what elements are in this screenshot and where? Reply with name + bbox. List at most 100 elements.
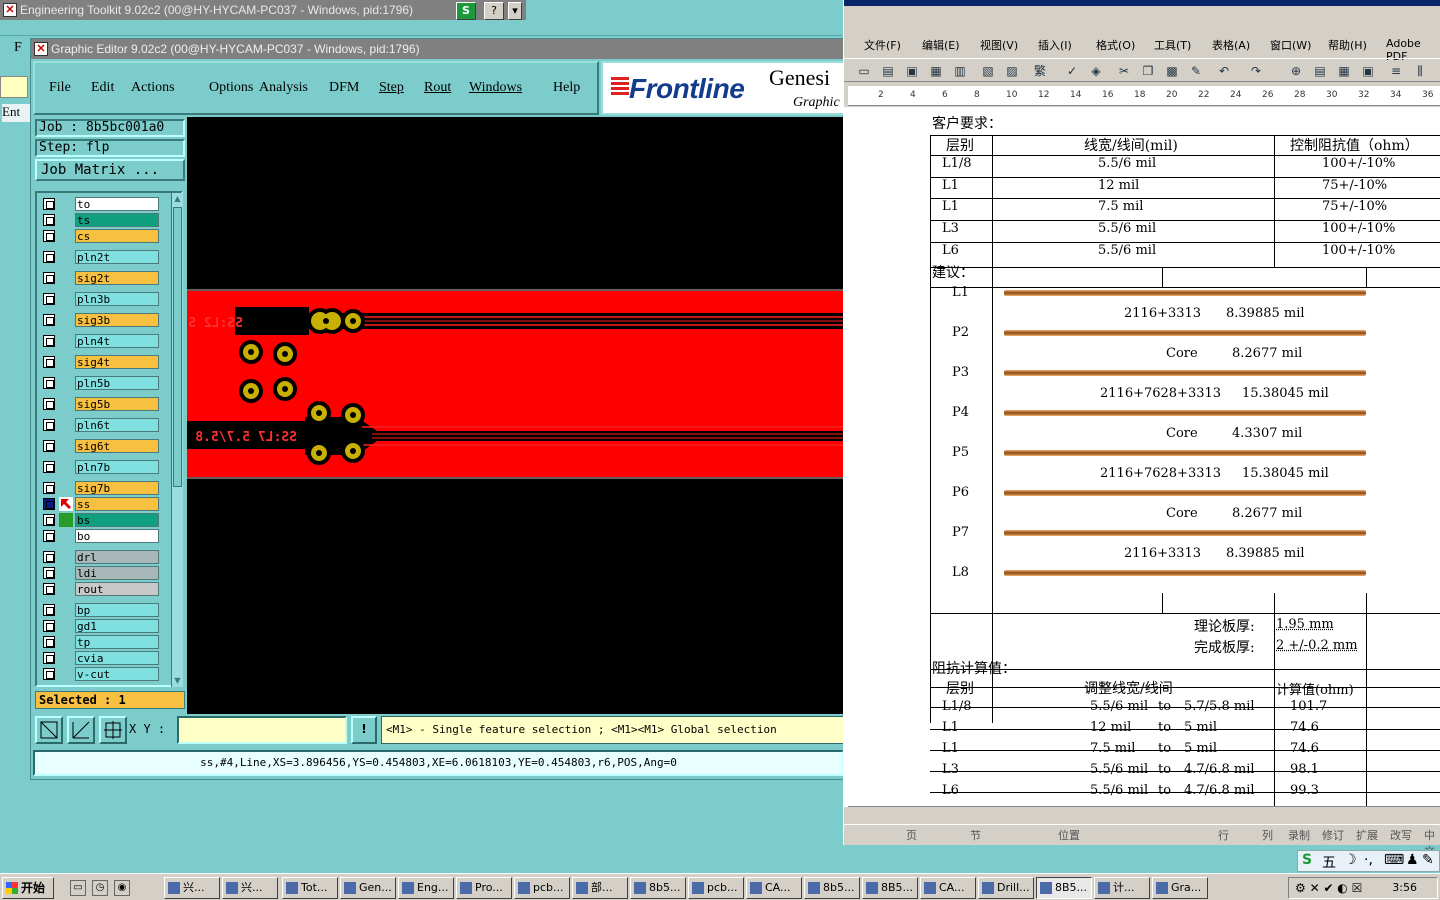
word-titlebar[interactable] xyxy=(844,0,1440,6)
cut-icon[interactable]: ✂ xyxy=(1116,63,1132,79)
exclamation-button[interactable]: ! xyxy=(351,716,377,744)
layer-name[interactable]: bs xyxy=(75,513,159,527)
ime-tools-icon[interactable]: ✎ xyxy=(1422,852,1434,868)
undo-icon[interactable]: ↶ xyxy=(1216,63,1232,79)
layer-name[interactable]: sig5b xyxy=(75,397,159,411)
layer-row-sig6t[interactable]: sig6t xyxy=(39,439,159,453)
taskbar-button[interactable]: 8B5... xyxy=(862,877,918,899)
layer-row-pln3b[interactable]: pln3b xyxy=(39,292,159,306)
layer-checkbox[interactable] xyxy=(43,198,55,210)
menu-rout[interactable]: Rout xyxy=(424,80,451,96)
start-button[interactable]: 开始 xyxy=(2,877,54,899)
layer-row-pln4t[interactable]: pln4t xyxy=(39,334,159,348)
scroll-up-icon[interactable]: ▲ xyxy=(172,193,183,205)
ime-toolbar[interactable]: S 五 ☽ ·, ⌨ ♟ ✎ xyxy=(1297,850,1440,872)
layer-row-bp[interactable]: bp xyxy=(39,603,159,617)
layer-checkbox[interactable] xyxy=(43,356,55,368)
layer-checkbox[interactable] xyxy=(43,440,55,452)
layer-name[interactable]: ss xyxy=(75,497,159,511)
insert-table-icon[interactable]: ▦ xyxy=(1336,63,1352,79)
quicklaunch-browser-icon[interactable]: ◉ xyxy=(114,880,130,896)
scroll-thumb[interactable] xyxy=(173,207,182,487)
grid-icon[interactable] xyxy=(99,716,127,744)
taskbar-button[interactable]: 兴... xyxy=(164,877,220,899)
paste-icon[interactable]: ▩ xyxy=(1164,63,1180,79)
email-icon[interactable]: ▥ xyxy=(952,63,968,79)
permission-icon[interactable]: ▦ xyxy=(928,63,944,79)
layer-indicator[interactable] xyxy=(59,334,73,348)
taskbar-button[interactable]: Gen... xyxy=(340,877,396,899)
copy-icon[interactable]: ❐ xyxy=(1140,63,1156,79)
columns-icon[interactable]: ≡ xyxy=(1388,63,1404,79)
word-menu-file[interactable]: 文件(F) xyxy=(864,37,901,53)
layer-checkbox[interactable] xyxy=(43,567,55,579)
layer-row-cvia[interactable]: cvia xyxy=(39,651,159,665)
ime-punct-icon[interactable]: ·, xyxy=(1364,852,1373,868)
layer-indicator[interactable] xyxy=(59,271,73,285)
print-icon[interactable]: ▧ xyxy=(980,63,996,79)
word-menu-table[interactable]: 表格(A) xyxy=(1212,37,1250,53)
quicklaunch-clock-icon[interactable]: ◷ xyxy=(92,880,108,896)
taskbar-button[interactable]: CA... xyxy=(746,877,802,899)
layer-name[interactable]: pln7b xyxy=(75,460,159,474)
word-menu-format[interactable]: 格式(O) xyxy=(1096,37,1135,53)
layer-row-drl[interactable]: drl xyxy=(39,550,159,564)
insert-excel-icon[interactable]: ▣ xyxy=(1360,63,1376,79)
layer-row-bo[interactable]: bo xyxy=(39,529,159,543)
layer-checkbox[interactable] xyxy=(43,419,55,431)
dropdown-icon[interactable]: ▾ xyxy=(508,2,522,20)
menu-dfm[interactable]: DFM xyxy=(329,80,359,96)
layer-name[interactable]: sig7b xyxy=(75,481,159,495)
layer-name[interactable]: sig3b xyxy=(75,313,159,327)
taskbar-button[interactable]: 8b5... xyxy=(804,877,860,899)
layer-row-rout[interactable]: rout xyxy=(39,582,159,596)
status-record[interactable]: 录制 xyxy=(1288,827,1310,843)
layer-name[interactable]: pln3b xyxy=(75,292,159,306)
tray-icons[interactable]: ⚙ ✕ ✔ ◐ ☒ xyxy=(1295,881,1362,895)
layer-name[interactable]: rout xyxy=(75,582,159,596)
layer-row-tp[interactable]: tp xyxy=(39,635,159,649)
ime-moon-icon[interactable]: ☽ xyxy=(1344,852,1357,868)
layer-row-cs[interactable]: cs xyxy=(39,229,159,243)
xy-input[interactable] xyxy=(177,716,347,744)
menu-step[interactable]: Step xyxy=(379,80,404,96)
layer-name[interactable]: to xyxy=(75,197,159,211)
layer-name[interactable]: cvia xyxy=(75,651,159,665)
layer-indicator[interactable] xyxy=(59,355,73,369)
layer-checkbox[interactable] xyxy=(43,620,55,632)
taskbar-button[interactable]: 8B5... xyxy=(1036,877,1092,899)
layer-row-sig2t[interactable]: sig2t xyxy=(39,271,159,285)
layer-checkbox[interactable] xyxy=(43,498,55,510)
layer-checkbox[interactable] xyxy=(43,551,55,563)
layer-checkbox[interactable] xyxy=(43,214,55,226)
layer-indicator[interactable] xyxy=(59,197,73,211)
layer-checkbox[interactable] xyxy=(43,314,55,326)
layer-row-ldi[interactable]: ldi xyxy=(39,566,159,580)
layer-checkbox[interactable] xyxy=(43,293,55,305)
layer-row-gd1[interactable]: gd1 xyxy=(39,619,159,633)
layer-checkbox[interactable] xyxy=(43,482,55,494)
menu-analysis[interactable]: Analysis xyxy=(259,80,308,96)
ime-keyboard-icon[interactable]: ⌨ xyxy=(1384,852,1404,868)
word-menu-edit[interactable]: 编辑(E) xyxy=(922,37,960,53)
layer-indicator[interactable] xyxy=(59,397,73,411)
layer-row-pln6t[interactable]: pln6t xyxy=(39,418,159,432)
research-icon[interactable]: ◈ xyxy=(1088,63,1104,79)
layer-row-sig5b[interactable]: sig5b xyxy=(39,397,159,411)
layer-row-ss[interactable]: ss xyxy=(39,497,159,511)
layer-indicator[interactable] xyxy=(59,582,73,596)
taskbar-button[interactable]: Eng... xyxy=(398,877,454,899)
layer-name[interactable]: ldi xyxy=(75,566,159,580)
layer-indicator[interactable] xyxy=(59,439,73,453)
layer-indicator[interactable] xyxy=(59,292,73,306)
layer-checkbox[interactable] xyxy=(43,377,55,389)
layer-checkbox[interactable] xyxy=(43,652,55,664)
taskbar-button[interactable]: 部... xyxy=(572,877,628,899)
layer-name[interactable]: ts xyxy=(75,213,159,227)
layer-indicator[interactable] xyxy=(59,667,73,681)
layer-checkbox[interactable] xyxy=(43,636,55,648)
layer-indicator[interactable] xyxy=(59,418,73,432)
document-page[interactable]: 客户要求： 层别 线宽/线间(mil) 控制阻抗值（ohm） L1/8 5.5/6… xyxy=(844,107,1440,807)
hyperlink-icon[interactable]: ⊕ xyxy=(1288,63,1304,79)
status-overwrite[interactable]: 改写 xyxy=(1390,827,1412,843)
